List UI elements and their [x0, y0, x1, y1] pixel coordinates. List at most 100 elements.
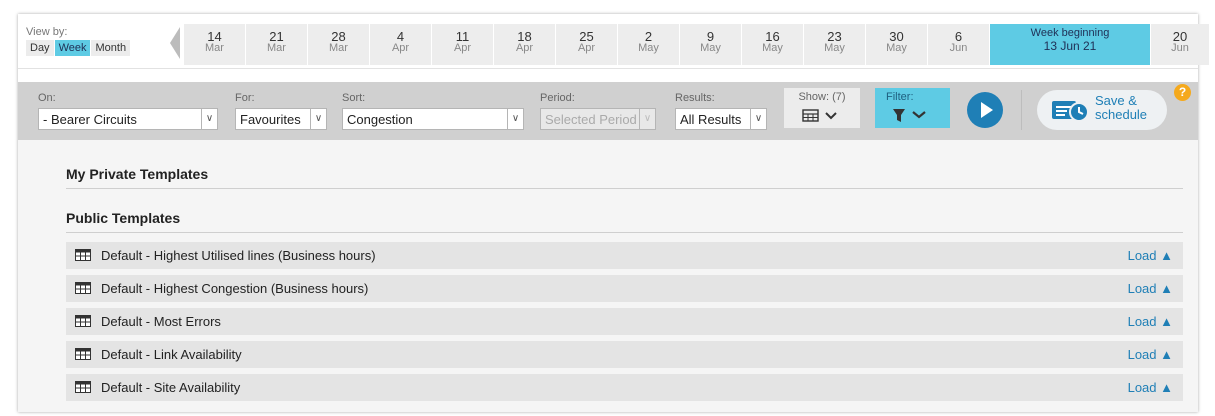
view-by-week-button[interactable]: Week: [54, 40, 91, 56]
week-cell[interactable]: 2 May: [618, 24, 679, 65]
template-row: Default - Highest Utilised lines (Busine…: [66, 242, 1183, 269]
week-cell[interactable]: 18 Apr: [494, 24, 555, 65]
week-month: Mar: [329, 42, 348, 54]
week-cell[interactable]: 16 May: [742, 24, 803, 65]
table-icon: [75, 315, 91, 327]
week-month: May: [700, 42, 721, 54]
chevron-down-icon: ∨: [507, 109, 523, 129]
template-row: Default - Link Availability Load ▲: [66, 341, 1183, 368]
section-divider: [66, 188, 1183, 189]
show-label: Show: (7): [798, 91, 846, 103]
results-label: Results:: [675, 92, 715, 104]
template-name: Default - Highest Utilised lines (Busine…: [101, 248, 376, 263]
table-icon: [75, 348, 91, 360]
template-row: Default - Most Errors Load ▲: [66, 308, 1183, 335]
chevron-down-icon: ∨: [639, 109, 655, 129]
chevron-down-icon: ∨: [310, 109, 326, 129]
schedule-icon: [1052, 101, 1089, 122]
for-label: For:: [235, 92, 255, 104]
load-template-link[interactable]: Load ▲: [1128, 380, 1173, 395]
current-week-date: 13 Jun 21: [1043, 39, 1097, 53]
current-week-label: Week beginning: [1030, 27, 1110, 39]
week-month: Apr: [391, 42, 410, 54]
week-month: May: [638, 42, 659, 54]
template-row: Default - Site Availability Load ▲: [66, 374, 1183, 401]
for-select-value: Favourites: [240, 112, 301, 127]
previous-weeks-arrow-icon[interactable]: [170, 27, 180, 59]
week-cell[interactable]: 9 May: [680, 24, 741, 65]
period-select: Selected Period ∨: [540, 108, 656, 130]
on-label: On:: [38, 92, 56, 104]
table-icon: [75, 381, 91, 393]
filter-button[interactable]: Filter:: [875, 88, 950, 128]
week-cell[interactable]: 21 Mar: [246, 24, 307, 65]
view-by-control: View by: Day Week Month: [26, 26, 176, 56]
save-schedule-label: Save & schedule: [1095, 94, 1147, 122]
week-month: May: [762, 42, 783, 54]
run-report-button[interactable]: [967, 92, 1003, 128]
week-cell[interactable]: 25 Apr: [556, 24, 617, 65]
week-month: May: [886, 42, 907, 54]
template-name: Default - Highest Congestion (Business h…: [101, 281, 369, 296]
period-select-value: Selected Period: [545, 112, 637, 127]
week-month: Mar: [267, 42, 286, 54]
on-select[interactable]: - Bearer Circuits ∨: [38, 108, 218, 130]
load-template-link[interactable]: Load ▲: [1128, 314, 1173, 329]
save-label-line2: schedule: [1095, 107, 1148, 122]
sort-select-value: Congestion: [347, 112, 413, 127]
week-month: May: [824, 42, 845, 54]
load-template-link[interactable]: Load ▲: [1128, 248, 1173, 263]
table-icon: [75, 282, 91, 294]
week-cell[interactable]: 30 May: [866, 24, 927, 65]
week-cell[interactable]: 28 Mar: [308, 24, 369, 65]
public-templates-heading: Public Templates: [66, 210, 181, 226]
save-and-schedule-button[interactable]: Save & schedule: [1037, 90, 1167, 130]
load-template-link[interactable]: Load ▲: [1128, 347, 1173, 362]
private-templates-heading: My Private Templates: [66, 166, 209, 182]
week-month: Jun: [1171, 42, 1189, 54]
sort-select[interactable]: Congestion ∨: [342, 108, 524, 130]
results-select-value: All Results: [680, 112, 742, 127]
table-icon: [802, 109, 837, 122]
week-month: Apr: [577, 42, 596, 54]
week-cell[interactable]: 6 Jun: [928, 24, 989, 65]
week-cell[interactable]: 11 Apr: [432, 24, 493, 65]
template-name: Default - Site Availability: [101, 380, 241, 395]
view-by-month-button[interactable]: Month: [91, 40, 131, 56]
filter-label: Filter:: [886, 91, 914, 103]
load-template-link[interactable]: Load ▲: [1128, 281, 1173, 296]
play-icon: [981, 102, 993, 118]
current-week-cell[interactable]: Week beginning 13 Jun 21: [990, 24, 1150, 65]
week-navigator: View by: Day Week Month 14 Mar 21 Mar 28 Ma…: [18, 14, 1209, 69]
week-cell[interactable]: 23 May: [804, 24, 865, 65]
app-frame: View by: Day Week Month 14 Mar 21 Mar 28 Ma…: [18, 14, 1209, 412]
templates-panel: My Private Templates Public Templates De…: [18, 140, 1198, 412]
sort-label: Sort:: [342, 92, 366, 104]
save-label-line1: Save &: [1095, 93, 1137, 108]
week-cell[interactable]: 14 Mar: [184, 24, 245, 65]
chevron-down-icon: ∨: [750, 109, 766, 129]
week-month: Jun: [949, 42, 968, 54]
toolbar-divider: [1021, 90, 1022, 130]
period-label: Period:: [540, 92, 575, 104]
section-divider: [66, 232, 1183, 233]
report-toolbar: On: - Bearer Circuits ∨ For: Favourites …: [18, 82, 1198, 140]
results-select[interactable]: All Results ∨: [675, 108, 767, 130]
week-list: 14 Mar 21 Mar 28 Mar 4 Apr 11 Apr 18 Apr 25 Apr…: [184, 24, 1210, 65]
week-month: Mar: [205, 42, 224, 54]
chevron-down-icon: ∨: [201, 109, 217, 129]
week-cell[interactable]: 4 Apr: [370, 24, 431, 65]
funnel-icon: [893, 109, 926, 122]
template-name: Default - Most Errors: [101, 314, 221, 329]
help-icon[interactable]: ?: [1174, 84, 1191, 101]
week-month: Apr: [515, 42, 534, 54]
view-by-options: Day Week Month: [26, 40, 176, 56]
template-row: Default - Highest Congestion (Business h…: [66, 275, 1183, 302]
on-select-value: - Bearer Circuits: [43, 112, 137, 127]
table-icon: [75, 249, 91, 261]
week-cell[interactable]: 20 Jun: [1151, 24, 1209, 65]
for-select[interactable]: Favourites ∨: [235, 108, 327, 130]
template-name: Default - Link Availability: [101, 347, 242, 362]
view-by-day-button[interactable]: Day: [26, 40, 54, 56]
show-columns-button[interactable]: Show: (7): [784, 88, 860, 128]
